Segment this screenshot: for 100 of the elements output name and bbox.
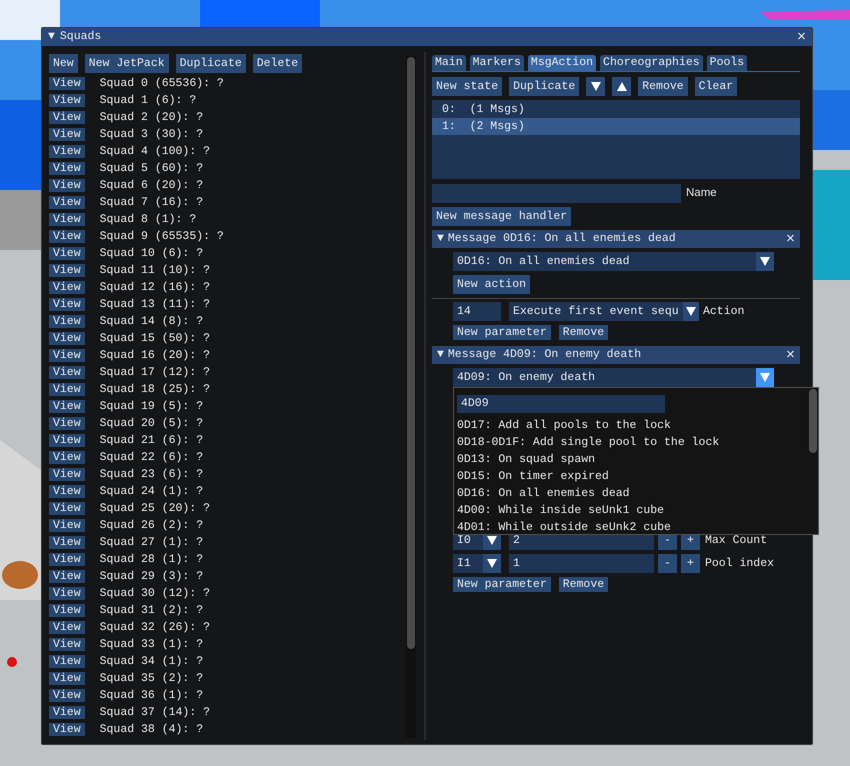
squad-label: Squad 35 (2): ? — [100, 670, 204, 687]
decrement-button[interactable]: - — [658, 554, 677, 573]
scrollbar[interactable] — [406, 56, 416, 738]
view-button[interactable]: View — [49, 145, 85, 158]
dropdown-field[interactable]: I1 — [453, 554, 501, 573]
tab[interactable]: Main — [432, 55, 466, 71]
caret-icon — [487, 559, 497, 568]
name-field[interactable] — [432, 184, 681, 203]
view-button[interactable]: View — [49, 485, 85, 498]
close-button[interactable]: × — [786, 348, 795, 362]
view-button[interactable]: View — [49, 162, 85, 175]
toolbar-button[interactable]: New JetPack — [84, 54, 169, 73]
dropdown-option[interactable]: 0D18-0D1F: Add single pool to the lock — [457, 434, 808, 451]
view-button[interactable]: View — [49, 570, 85, 583]
squad-label: Squad 34 (1): ? — [100, 654, 204, 670]
close-button[interactable]: × — [796, 30, 806, 44]
view-button[interactable]: View — [49, 298, 85, 311]
state-item[interactable]: 1: (2 Msgs) — [432, 118, 800, 135]
squad-label: Squad 12 (16): ? — [100, 280, 210, 296]
view-button[interactable]: View — [49, 468, 85, 481]
tab[interactable]: MsgAction — [528, 55, 596, 71]
toolbar-button[interactable]: Remove — [638, 77, 688, 96]
view-button[interactable]: View — [49, 451, 85, 464]
view-button[interactable]: View — [49, 128, 85, 141]
view-button[interactable]: View — [49, 349, 85, 362]
view-button[interactable]: View — [49, 247, 85, 260]
dropdown-field[interactable]: 0D16: On all enemies dead — [453, 252, 774, 271]
squad-label: Squad 28 (1): ? — [100, 552, 204, 568]
action-button[interactable]: New parameter — [453, 577, 551, 592]
toolbar-button[interactable]: New state — [432, 77, 502, 96]
action-button[interactable]: Remove — [558, 577, 608, 592]
state-item[interactable]: 0: (1 Msgs) — [432, 101, 800, 118]
view-button[interactable]: View — [49, 672, 85, 685]
tab[interactable]: Markers — [470, 55, 524, 71]
number-field[interactable]: 14 — [453, 302, 501, 321]
dropdown-option[interactable]: 0D17: Add all pools to the lock — [457, 417, 808, 434]
dropdown-option[interactable]: 0D16: On all enemies dead — [457, 485, 808, 502]
squad-label: Squad 1 (6): ? — [100, 92, 196, 109]
dropdown-option[interactable]: 0D13: On squad spawn — [457, 451, 808, 468]
collapse-toggle[interactable]: ▼ — [437, 230, 444, 248]
squad-label: Squad 10 (6): ? — [100, 246, 204, 262]
view-button[interactable]: View — [49, 723, 85, 736]
move-up-button[interactable] — [612, 77, 632, 96]
view-button[interactable]: View — [49, 94, 85, 107]
caret-icon — [760, 373, 770, 382]
toolbar-button[interactable]: Clear — [694, 77, 738, 96]
view-button[interactable]: View — [49, 706, 85, 719]
collapse-toggle[interactable]: ▼ — [48, 28, 55, 46]
view-button[interactable]: View — [49, 366, 85, 379]
view-button[interactable]: View — [49, 587, 85, 600]
view-button[interactable]: View — [49, 434, 85, 447]
view-button[interactable]: View — [49, 519, 85, 532]
view-button[interactable]: View — [49, 400, 85, 413]
squad-label: Squad 37 (14): ? — [100, 704, 210, 721]
view-button[interactable]: View — [49, 264, 85, 277]
dropdown-field[interactable]: Execute first event sequ — [509, 302, 699, 321]
view-button[interactable]: View — [49, 77, 85, 90]
toolbar-button[interactable]: Duplicate — [176, 54, 246, 73]
squad-label: Squad 19 (5): ? — [100, 398, 204, 415]
action-button[interactable]: Remove — [558, 325, 608, 340]
squad-label: Squad 22 (6): ? — [100, 450, 204, 466]
view-button[interactable]: View — [49, 332, 85, 345]
squad-label: Squad 3 (30): ? — [100, 126, 204, 143]
dropdown-field[interactable]: 4D09: On enemy death — [453, 368, 774, 387]
new-action-button[interactable]: New action — [453, 275, 530, 294]
message-header[interactable]: ▼ Message 0D16: On all enemies dead × — [432, 230, 800, 248]
view-button[interactable]: View — [49, 111, 85, 124]
view-button[interactable]: View — [49, 536, 85, 549]
close-button[interactable]: × — [786, 232, 795, 246]
dropdown-option[interactable]: 0D15: On timer expired — [457, 468, 808, 485]
squad-label: Squad 9 (65535): ? — [100, 228, 224, 245]
tab[interactable]: Pools — [706, 55, 748, 71]
view-button[interactable]: View — [49, 689, 85, 702]
view-button[interactable]: View — [49, 638, 85, 651]
increment-button[interactable]: + — [681, 554, 700, 573]
value-field[interactable]: 1 — [509, 554, 654, 573]
view-button[interactable]: View — [49, 315, 85, 328]
collapse-toggle[interactable]: ▼ — [437, 346, 444, 364]
message-header[interactable]: ▼ Message 4D09: On enemy death × — [432, 346, 800, 364]
view-button[interactable]: View — [49, 502, 85, 515]
view-button[interactable]: View — [49, 383, 85, 396]
new-handler-button[interactable]: New message handler — [432, 207, 572, 226]
view-button[interactable]: View — [49, 230, 85, 243]
view-button[interactable]: View — [49, 179, 85, 192]
move-down-button[interactable] — [586, 77, 606, 96]
view-button[interactable]: View — [49, 621, 85, 634]
view-button[interactable]: View — [49, 417, 85, 430]
view-button[interactable]: View — [49, 655, 85, 668]
dropdown-option[interactable]: 4D00: While inside seUnk1 cube — [457, 502, 808, 519]
view-button[interactable]: View — [49, 553, 85, 566]
filter-field[interactable]: 4D09 — [457, 395, 665, 413]
view-button[interactable]: View — [49, 213, 85, 226]
action-button[interactable]: New parameter — [453, 325, 551, 340]
view-button[interactable]: View — [49, 196, 85, 209]
toolbar-button[interactable]: Duplicate — [509, 77, 580, 96]
toolbar-button[interactable]: Delete — [252, 54, 302, 73]
tab[interactable]: Choreographies — [600, 55, 703, 71]
toolbar-button[interactable]: New — [49, 54, 78, 73]
view-button[interactable]: View — [49, 604, 85, 617]
view-button[interactable]: View — [49, 281, 85, 294]
